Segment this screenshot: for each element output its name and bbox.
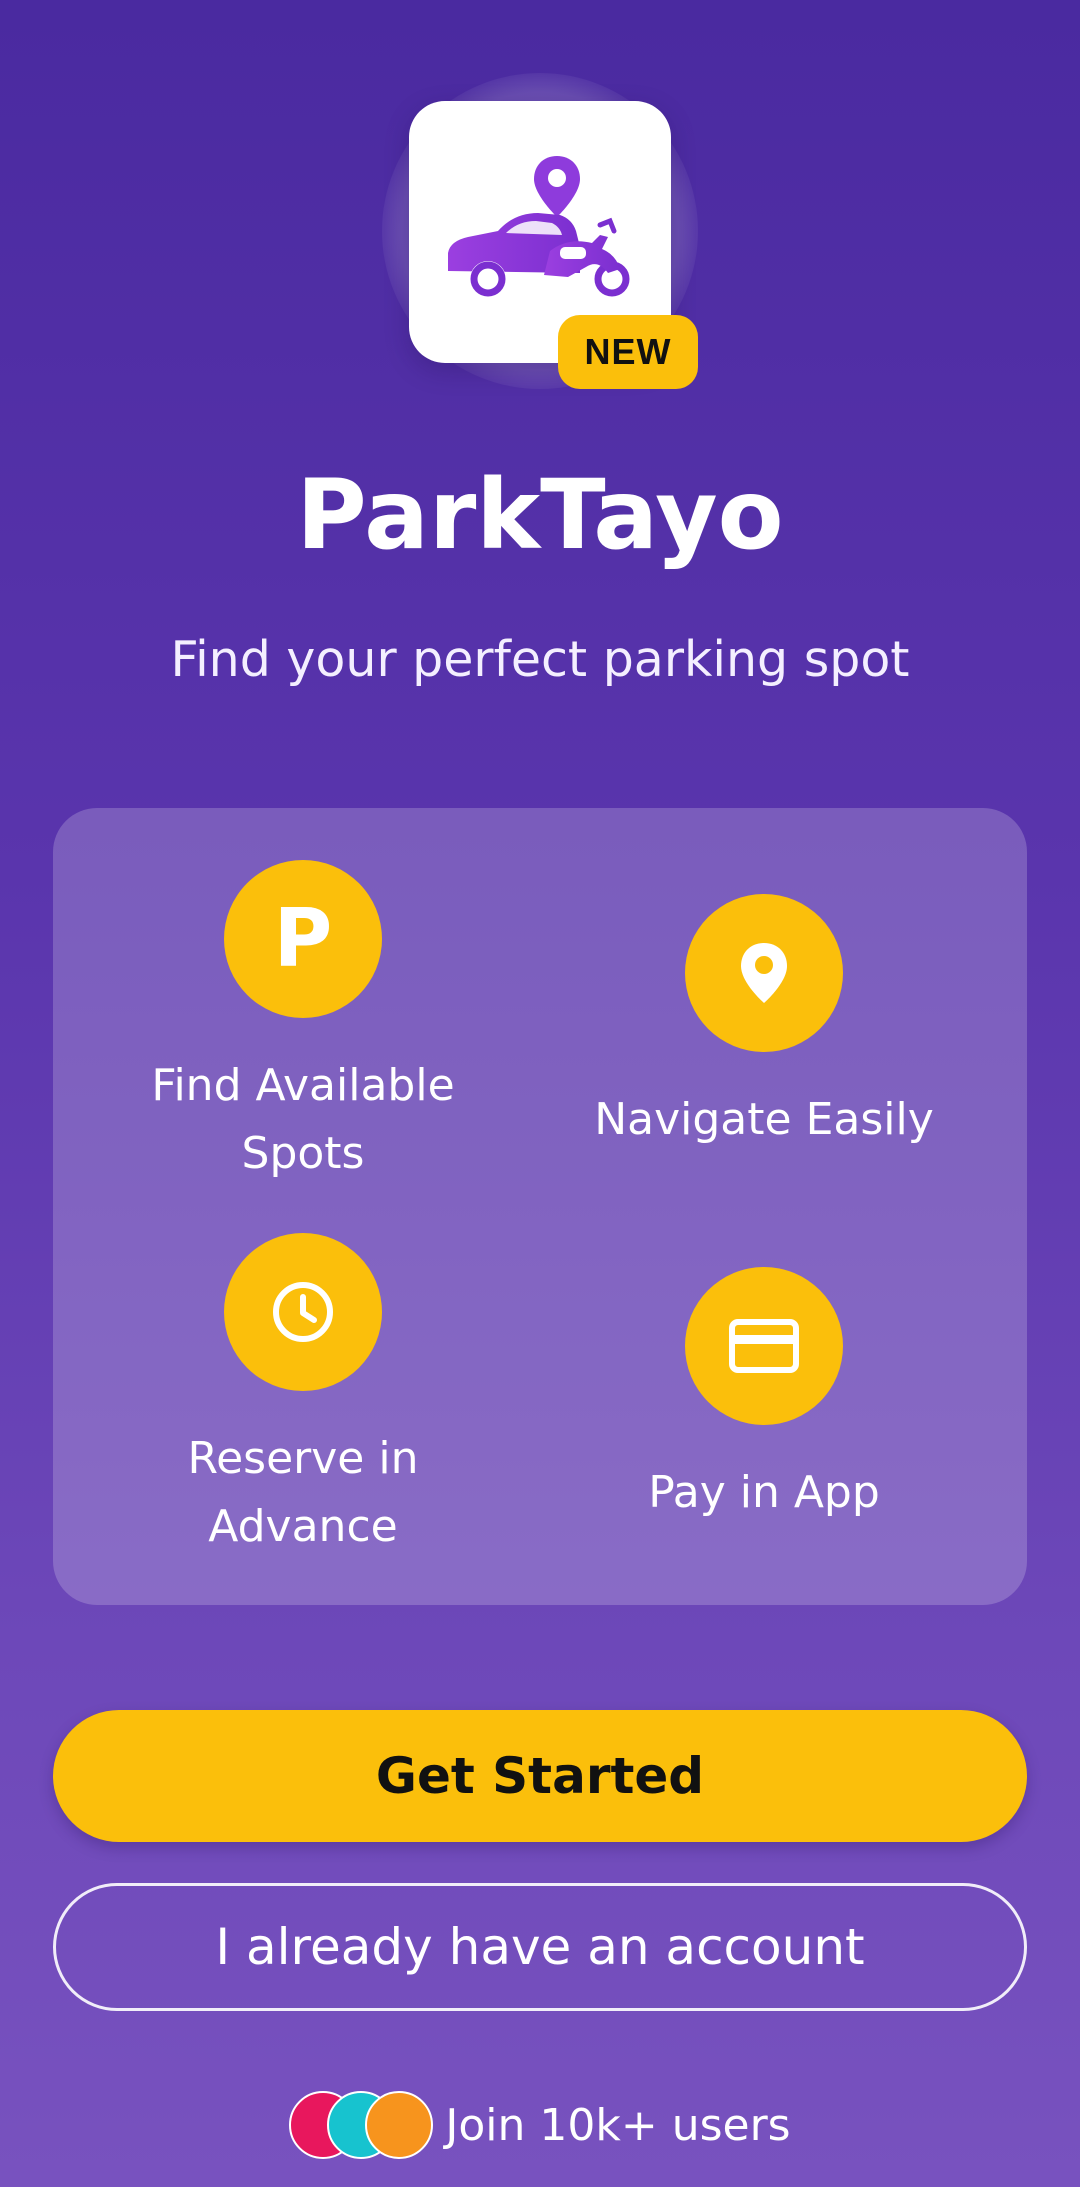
feature-label: Pay in App [648, 1467, 880, 1518]
parking-letter: P [273, 892, 333, 985]
credit-card-glyph [729, 1319, 799, 1373]
feature-reserve: Reserve in Advance [73, 1233, 533, 1561]
social-proof: Join 10k+ users [0, 2090, 1080, 2160]
welcome-screen: NEW ParkTayo Find your perfect parking s… [0, 0, 1080, 2187]
get-started-button[interactable]: Get Started [53, 1710, 1027, 1842]
car-motorcycle-location-icon [448, 156, 630, 297]
feature-label: Navigate Easily [594, 1094, 934, 1145]
feature-label: Reserve in Advance [187, 1433, 419, 1552]
users-count-text: Join 10k+ users [445, 2099, 791, 2151]
clock-glyph [273, 1282, 333, 1342]
features-card: P Find Available Spots Navigate Easily R… [53, 808, 1027, 1605]
avatar-group [289, 2091, 434, 2159]
location-pin-icon [685, 894, 843, 1052]
new-badge: NEW [558, 315, 698, 389]
feature-find-spots: P Find Available Spots [73, 860, 533, 1188]
feature-label: Find Available Spots [151, 1060, 455, 1179]
feature-pay: Pay in App [534, 1267, 994, 1527]
location-pin-glyph [741, 943, 787, 1003]
app-title: ParkTayo [296, 459, 784, 571]
credit-card-icon [685, 1267, 843, 1425]
avatar [365, 2091, 434, 2159]
feature-navigate: Navigate Easily [534, 894, 994, 1154]
login-button[interactable]: I already have an account [53, 1883, 1027, 2011]
clock-icon [224, 1233, 382, 1391]
parking-icon: P [224, 860, 382, 1018]
app-tagline: Find your perfect parking spot [170, 631, 910, 688]
